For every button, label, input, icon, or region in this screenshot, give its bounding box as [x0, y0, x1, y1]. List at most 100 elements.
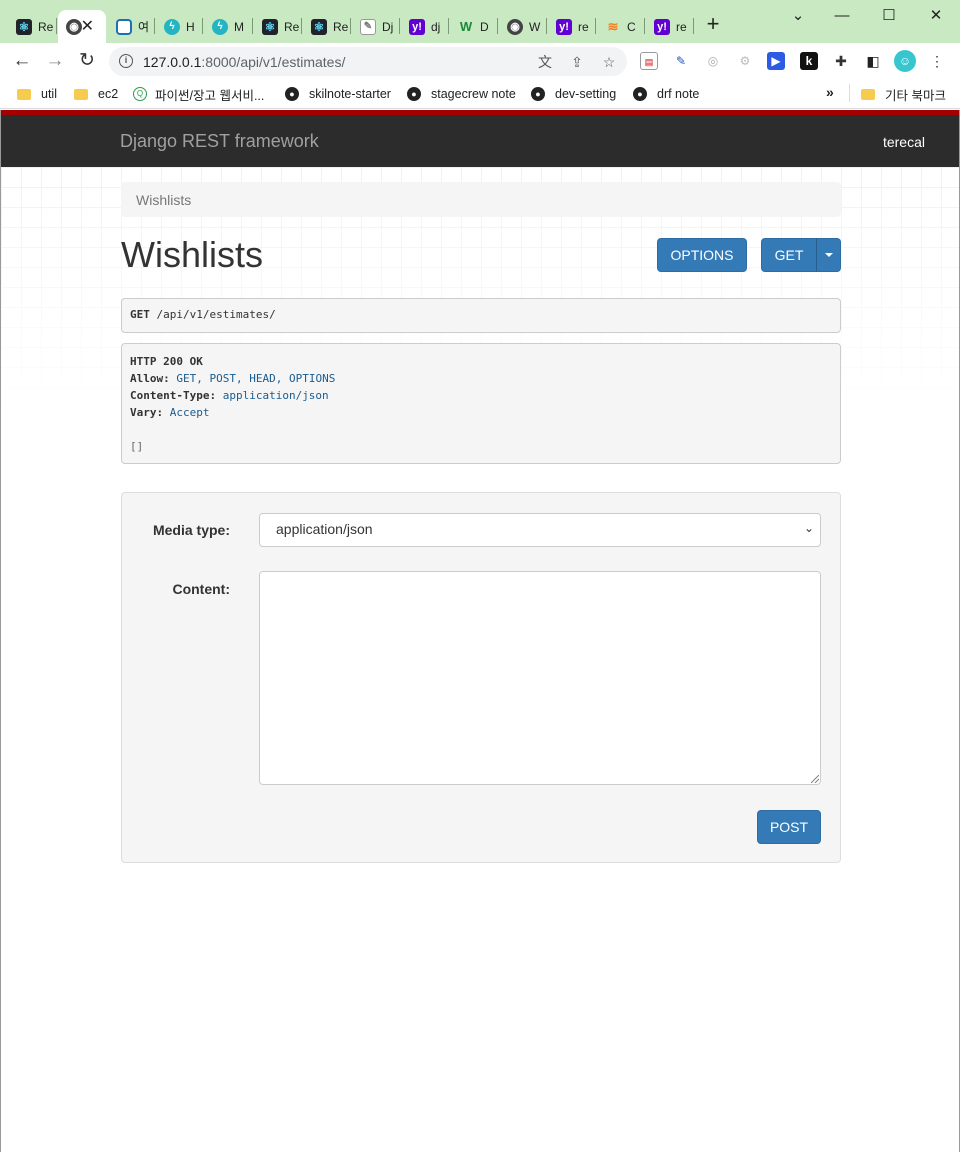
yahoo-icon: y!: [556, 18, 572, 35]
bolt-icon: ϟ: [212, 18, 228, 35]
q-icon: Q: [133, 87, 147, 101]
content-textarea[interactable]: [259, 571, 821, 785]
tab-strip: ⚛ Re ◉ ✕ 여 ϟ H ϟ M ⚛ Re ⚛ Re ✎ Dj y! dj: [0, 0, 960, 43]
bookmarks-bar: util ec2 Q 파이썬/장고 웹서비... ● skilnote-starte…: [0, 79, 960, 109]
resize-handle-icon[interactable]: [811, 775, 819, 783]
bookmark-item[interactable]: ● stagecrew note: [407, 84, 516, 104]
minimize-icon[interactable]: —: [831, 5, 853, 27]
drf-navbar: Django REST framework terecal: [1, 110, 959, 167]
browser-tab[interactable]: y! re: [548, 10, 596, 43]
tab-title: C: [627, 19, 636, 34]
breadcrumb: Wishlists: [121, 182, 841, 217]
globe-icon: ◉: [507, 18, 523, 35]
new-tab-button[interactable]: +: [701, 13, 725, 37]
browser-tab[interactable]: ⚛ Re: [254, 10, 302, 43]
tab-search-icon[interactable]: ⌄: [787, 5, 809, 27]
breadcrumb-item-active: Wishlists: [136, 192, 192, 208]
bookmark-star-icon[interactable]: ☆: [599, 52, 619, 72]
app-icon: [116, 18, 132, 35]
bookmark-label: stagecrew note: [431, 87, 516, 101]
bookmarks-overflow-button[interactable]: »: [826, 84, 834, 100]
extensions-puzzle-icon[interactable]: ✚: [832, 52, 850, 70]
react-icon: ⚛: [262, 18, 278, 35]
other-bookmarks[interactable]: 기타 북마크: [861, 84, 946, 104]
bookmark-label: ec2: [98, 87, 119, 101]
bookmark-item[interactable]: ● drf note: [633, 84, 699, 104]
browser-tab[interactable]: ⚛ Re: [8, 10, 57, 43]
doc-icon: ✎: [360, 18, 376, 35]
menu-kebab-icon[interactable]: ⋮: [928, 52, 946, 70]
browser-tab[interactable]: ϟ H: [156, 10, 203, 43]
browser-tab[interactable]: y! dj: [401, 10, 449, 43]
translate-icon[interactable]: 文: [535, 52, 555, 72]
bookmark-label: util: [41, 87, 57, 101]
reload-icon[interactable]: ↻: [75, 49, 99, 73]
brand-link[interactable]: Django REST framework: [120, 131, 319, 152]
browser-tab-active[interactable]: ◉ ✕: [58, 10, 106, 43]
tab-title: re: [578, 19, 589, 34]
response-header: Allow: GET, POST, HEAD, OPTIONS: [130, 370, 832, 387]
bookmark-item[interactable]: ● dev-setting: [531, 84, 616, 104]
url-host: 127.0.0.1: [143, 54, 202, 70]
response-info: HTTP 200 OK Allow: GET, POST, HEAD, OPTI…: [121, 343, 841, 464]
extension-icon[interactable]: ◎: [704, 52, 722, 70]
tab-title: Re: [333, 19, 349, 34]
address-bar[interactable]: i 127.0.0.1:8000/api/v1/estimates/ 文 ⇪ ☆: [109, 47, 627, 76]
browser-tab[interactable]: ≋ C: [597, 10, 645, 43]
share-icon[interactable]: ⇪: [567, 52, 587, 72]
browser-tab[interactable]: ✎ Dj: [352, 10, 400, 43]
response-header: Content-Type: application/json: [130, 387, 832, 404]
user-menu[interactable]: terecal: [883, 134, 925, 150]
header-key: Content-Type:: [130, 389, 217, 402]
options-button[interactable]: OPTIONS: [657, 238, 747, 272]
post-button[interactable]: POST: [757, 810, 821, 844]
tab-title: 여: [138, 20, 150, 34]
profile-avatar-icon[interactable]: ☺: [894, 50, 916, 72]
browser-tab[interactable]: ϟ M: [204, 10, 253, 43]
bookmarks-divider: [849, 84, 850, 102]
bookmark-item[interactable]: Q 파이썬/장고 웹서비...: [133, 84, 264, 104]
bookmark-label: skilnote-starter: [309, 87, 391, 101]
k-extension-icon[interactable]: k: [800, 52, 818, 70]
close-tab-icon[interactable]: ✕: [81, 16, 94, 36]
bookmark-item[interactable]: ec2: [74, 84, 118, 104]
browser-tab[interactable]: ⚛ Re: [303, 10, 351, 43]
request-method: GET: [130, 308, 150, 321]
browser-tab[interactable]: ◉ W: [499, 10, 547, 43]
extension-icon[interactable]: ⚙: [736, 52, 754, 70]
bookmark-item[interactable]: ● skilnote-starter: [285, 84, 391, 104]
header-value: GET, POST, HEAD, OPTIONS: [176, 372, 336, 385]
response-body: []: [130, 440, 144, 453]
forward-icon[interactable]: →: [43, 49, 67, 73]
browser-tab[interactable]: y! re: [646, 10, 694, 43]
header-key: Vary:: [130, 406, 164, 419]
browser-tab[interactable]: W D: [450, 10, 498, 43]
tab-title: W: [529, 19, 541, 34]
chevron-down-icon: ⌄: [803, 521, 814, 535]
zoom-icon[interactable]: ▶: [767, 52, 785, 70]
get-format-dropdown[interactable]: [816, 238, 841, 272]
get-button[interactable]: GET: [761, 238, 817, 272]
bookmark-item[interactable]: util: [17, 84, 57, 104]
tab-title: Re: [38, 19, 54, 34]
extension-icon[interactable]: ▤: [640, 52, 658, 70]
site-info-icon[interactable]: i: [119, 54, 133, 68]
back-icon[interactable]: ←: [10, 49, 34, 73]
close-window-icon[interactable]: ✕: [925, 5, 947, 27]
media-type-label: Media type:: [152, 522, 230, 538]
browser-tab[interactable]: 여: [108, 10, 155, 43]
eyedropper-icon[interactable]: ✎: [672, 52, 690, 70]
react-icon: ⚛: [311, 18, 327, 35]
bookmark-label: drf note: [657, 87, 700, 101]
request-path: /api/v1/estimates/: [156, 308, 276, 321]
media-type-select[interactable]: application/json ⌄: [259, 513, 821, 547]
side-panel-icon[interactable]: ◧: [864, 52, 882, 70]
github-icon: ●: [531, 87, 545, 101]
tab-title: Dj: [382, 19, 394, 34]
caret-down-icon: [824, 253, 833, 257]
github-icon: ●: [407, 87, 421, 101]
folder-icon: [861, 88, 875, 100]
w-icon: W: [459, 19, 473, 34]
url-text[interactable]: 127.0.0.1:8000/api/v1/estimates/: [143, 54, 345, 70]
maximize-icon[interactable]: ☐: [878, 5, 900, 27]
